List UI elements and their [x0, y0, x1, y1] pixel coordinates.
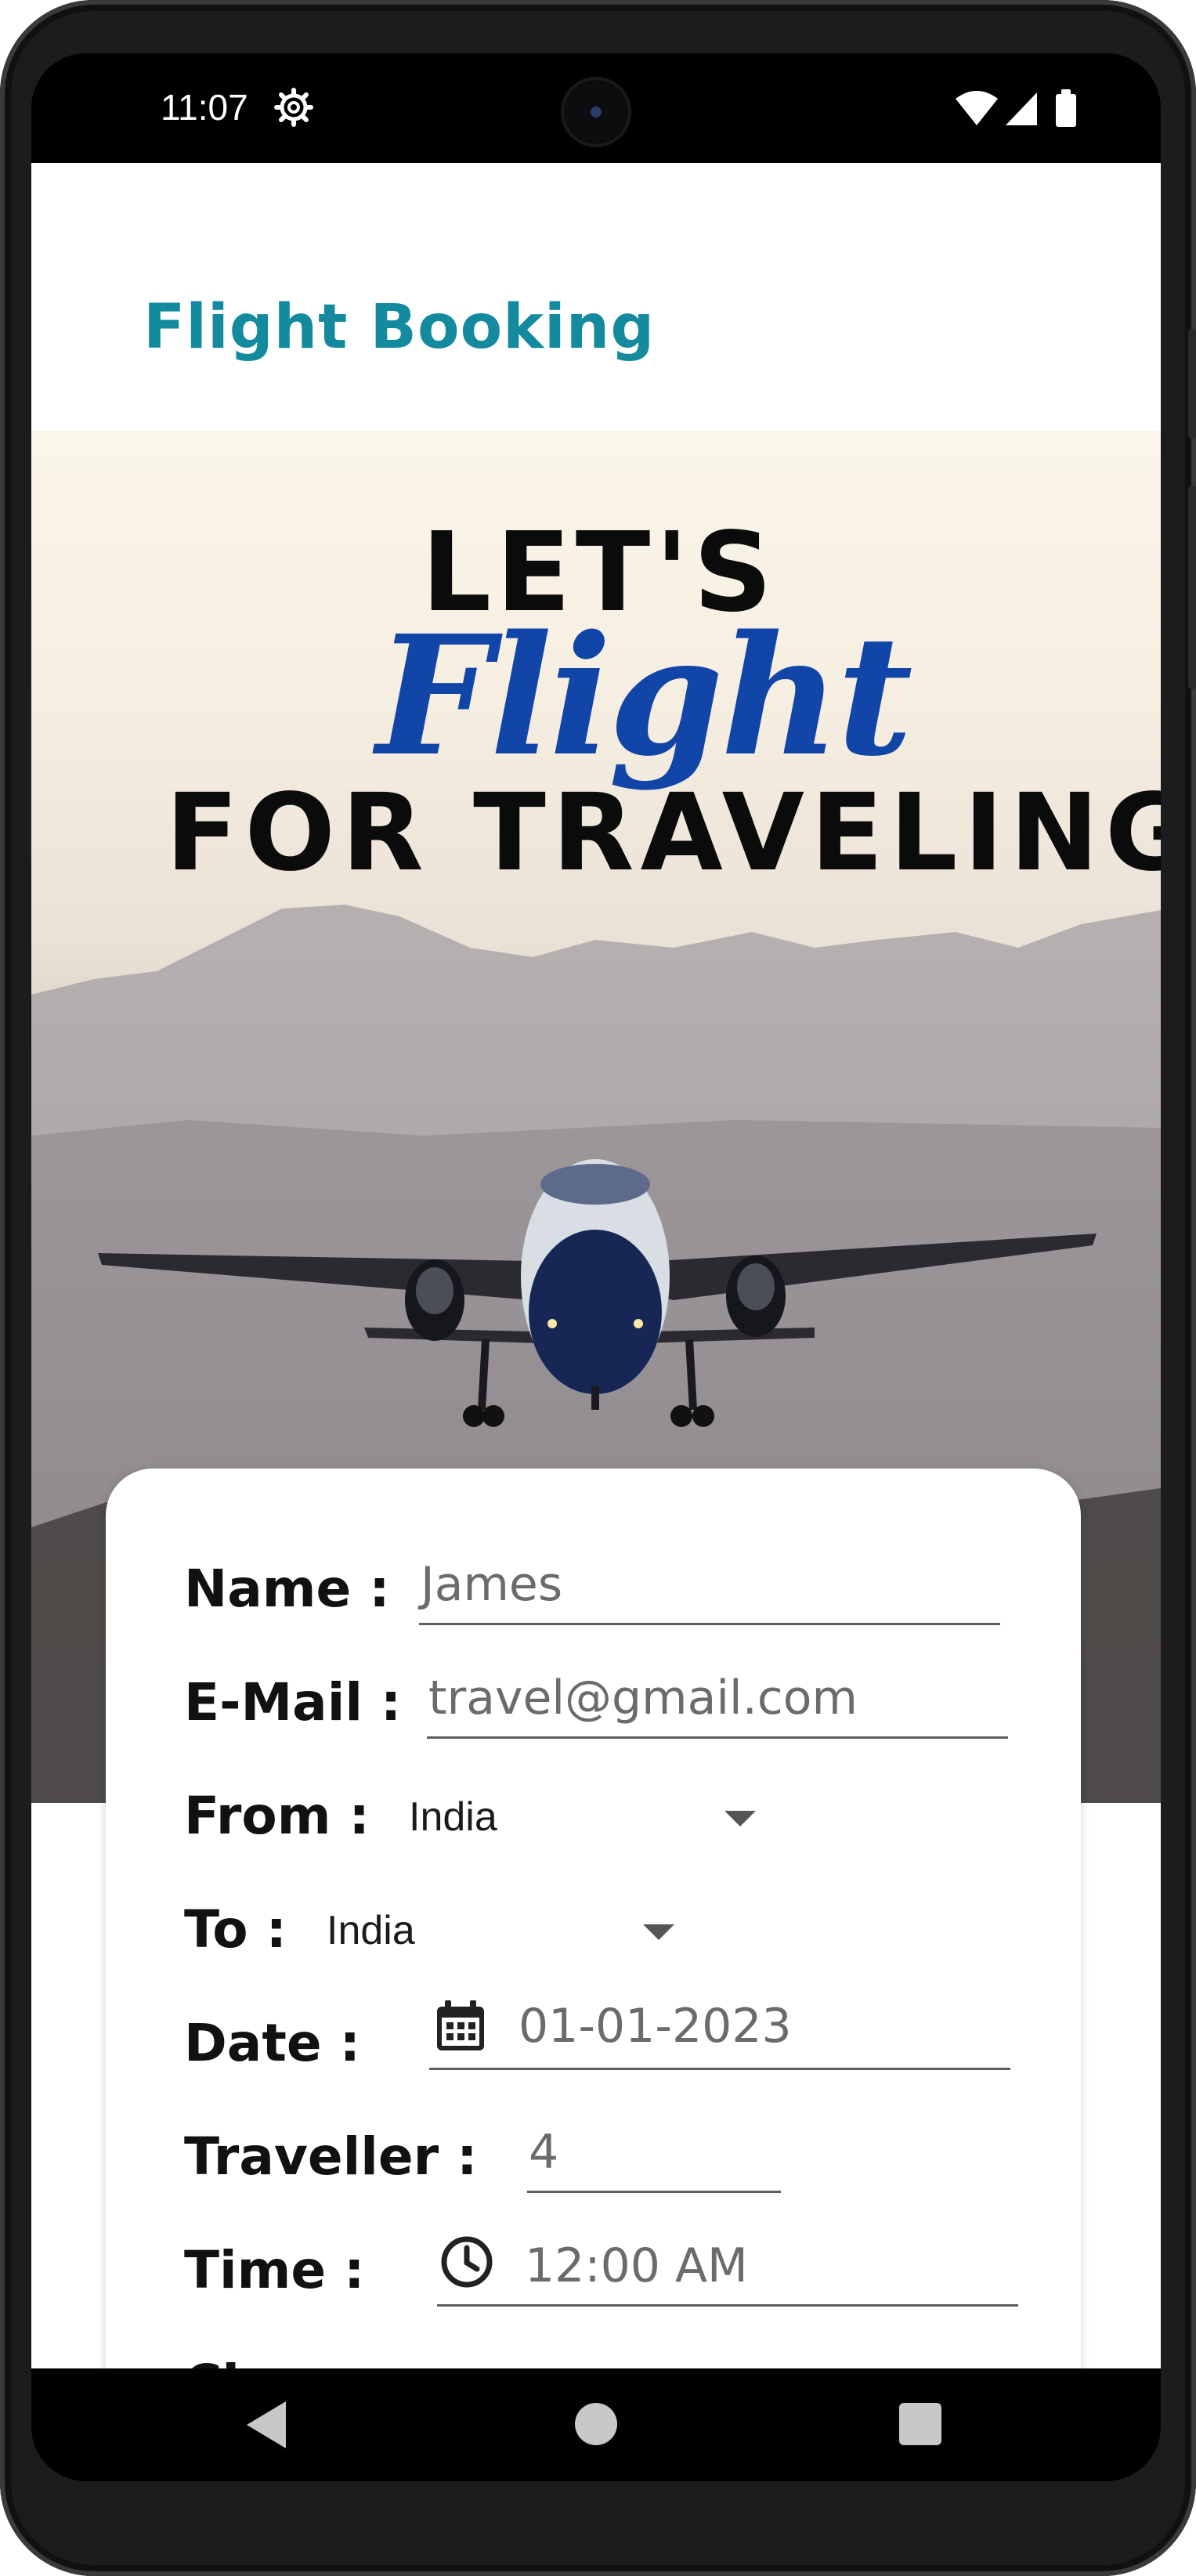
date-underline: [429, 2068, 1010, 2070]
date-input[interactable]: 01-01-2023: [519, 1999, 792, 2054]
class-dropdown[interactable]: Economy: [403, 2361, 573, 2368]
email-underline: [427, 1736, 1008, 1739]
power-button: [1188, 486, 1196, 689]
form-row-time: Time : 12:00 AM: [106, 2232, 1081, 2318]
traveller-input[interactable]: 4: [529, 2125, 558, 2180]
time-underline: [437, 2304, 1018, 2307]
phone-frame: 11:07 Flight Booking LET'S Flight FOR TR…: [0, 0, 1196, 2576]
signal-icon: [1006, 92, 1037, 125]
traveller-underline: [527, 2191, 781, 2193]
status-bar: 11:07: [31, 53, 1161, 163]
from-dropdown-arrow-icon[interactable]: [724, 1811, 756, 1826]
to-label: To :: [184, 1899, 287, 1960]
time-input[interactable]: 12:00 AM: [525, 2238, 748, 2293]
status-icons: [956, 89, 1076, 127]
traveller-label: Traveller :: [184, 2126, 478, 2187]
form-row-to[interactable]: To : India: [106, 1891, 1081, 1978]
time-label: Time :: [184, 2240, 365, 2300]
form-row-from[interactable]: From : India: [106, 1778, 1081, 1864]
form-row-traveller: Traveller : 4: [106, 2119, 1081, 2205]
screen: 11:07 Flight Booking LET'S Flight FOR TR…: [31, 53, 1161, 2481]
front-camera: [564, 80, 628, 144]
form-row-class[interactable]: Class : Economy: [106, 2346, 1081, 2368]
back-button[interactable]: [247, 2401, 286, 2448]
battery-icon: [1056, 94, 1076, 127]
name-input[interactable]: James: [421, 1557, 562, 1612]
from-label: From :: [184, 1786, 370, 1846]
system-nav-bar: [31, 2368, 1161, 2481]
email-label: E-Mail :: [184, 1672, 402, 1732]
home-button[interactable]: [575, 2403, 617, 2445]
app-bar: Flight Booking: [31, 163, 1161, 431]
to-dropdown-arrow-icon[interactable]: [643, 1924, 674, 1940]
settings-icon: [274, 88, 313, 127]
form-row-date: Date : 01-01-2023: [106, 1999, 1081, 2091]
wifi-icon: [956, 91, 998, 125]
calendar-icon[interactable]: [432, 1997, 489, 2054]
name-underline: [419, 1623, 1000, 1625]
app-content: Flight Booking LET'S Flight FOR TRAVELIN…: [31, 163, 1161, 2368]
class-label: Class :: [184, 2354, 375, 2368]
form-row-name: Name : James: [106, 1551, 1081, 1637]
from-dropdown[interactable]: India: [409, 1794, 497, 1841]
name-label: Name :: [184, 1559, 390, 1619]
hero-headline-bottom: FOR TRAVELING: [165, 771, 1161, 895]
form-row-email: E-Mail : travel@gmail.com: [106, 1664, 1081, 1750]
volume-button: [1188, 329, 1196, 439]
recents-button[interactable]: [899, 2403, 941, 2445]
app-title: Flight Booking: [143, 292, 656, 363]
clock-icon[interactable]: [439, 2234, 495, 2290]
email-input[interactable]: travel@gmail.com: [428, 1671, 858, 1725]
hero-headline-script: Flight: [376, 599, 912, 793]
to-dropdown[interactable]: India: [327, 1907, 415, 1954]
booking-form-card: Name : James E-Mail : travel@gmail.com F…: [106, 1469, 1081, 2368]
status-time: 11:07: [161, 87, 248, 128]
date-label: Date :: [184, 2013, 361, 2073]
